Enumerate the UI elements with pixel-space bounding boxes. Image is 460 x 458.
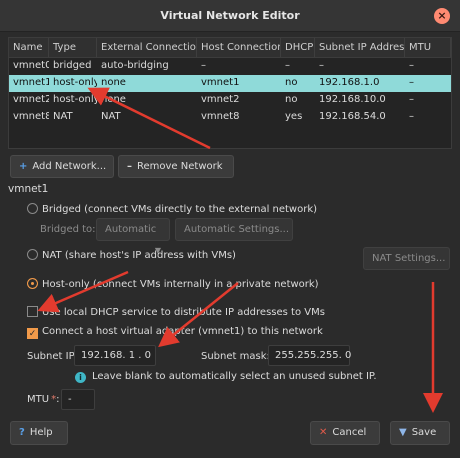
selected-network-name: vmnet1	[8, 183, 49, 195]
cell-mtu: –	[409, 94, 414, 105]
column-header-subnet-ip[interactable]: Subnet IP Address	[315, 38, 405, 57]
nat-settings-button[interactable]: NAT Settings...	[363, 247, 450, 270]
minus-icon: –	[127, 161, 132, 172]
column-header-type[interactable]: Type	[49, 38, 97, 57]
nat-label: NAT (share host's IP address with VMs)	[42, 250, 236, 261]
dhcp-label: Use local DHCP service to distribute IP …	[42, 307, 325, 318]
subnet-mask-label: Subnet mask:	[201, 351, 270, 362]
cell-mtu: –	[409, 111, 414, 122]
column-header-mtu[interactable]: MTU	[405, 38, 451, 57]
cell-dhcp: –	[285, 60, 290, 71]
column-header-name[interactable]: Name	[9, 38, 49, 57]
cell-name: vmnet0	[13, 60, 49, 71]
table-header: Name Type External Connection Host Conne…	[9, 38, 451, 58]
cell-subnet-ip: 192.168.10.0	[319, 94, 386, 105]
cell-external-connection: NAT	[101, 111, 121, 122]
cell-dhcp: no	[285, 94, 298, 105]
mtu-colon: :	[56, 394, 60, 405]
cell-subnet-ip: 192.168.1.0	[319, 77, 380, 88]
cancel-button[interactable]: ✕ Cancel	[310, 421, 380, 445]
add-network-button[interactable]: + Add Network...	[10, 155, 114, 178]
checkbox-indicator	[27, 306, 38, 317]
save-icon: ▼	[399, 427, 407, 438]
radio-indicator	[27, 203, 38, 214]
nat-radio[interactable]: NAT (share host's IP address with VMs)	[27, 249, 236, 261]
table-row[interactable]: vmnet8 NAT NAT vmnet8 yes 192.168.54.0 –	[9, 109, 451, 126]
host-only-label: Host-only (connect VMs internally in a p…	[42, 279, 319, 290]
cell-type: NAT	[53, 111, 73, 122]
plus-icon: +	[19, 161, 28, 172]
cell-external-connection: auto-bridging	[101, 60, 169, 71]
subnet-hint: i Leave blank to automatically select an …	[75, 371, 377, 383]
cell-subnet-ip: –	[319, 60, 324, 71]
checkbox-indicator-checked: ✓	[27, 328, 38, 339]
mtu-input[interactable]: -	[61, 389, 95, 410]
table-row[interactable]: vmnet0 bridged auto-bridging – – – –	[9, 58, 451, 75]
radio-indicator-selected	[27, 278, 38, 289]
bridged-to-label: Bridged to:	[40, 224, 96, 235]
remove-network-label: Remove Network	[137, 161, 223, 172]
subnet-mask-input[interactable]: 255.255.255. 0	[268, 345, 351, 366]
connect-adapter-checkbox[interactable]: ✓ Connect a host virtual adapter (vmnet1)…	[27, 326, 323, 339]
cell-name: vmnet1	[13, 77, 49, 88]
automatic-settings-button[interactable]: Automatic Settings...	[175, 218, 293, 241]
remove-network-button[interactable]: – Remove Network	[118, 155, 234, 178]
dhcp-checkbox[interactable]: Use local DHCP service to distribute IP …	[27, 306, 325, 318]
radio-indicator	[27, 249, 38, 260]
title-bar: Virtual Network Editor ×	[0, 0, 460, 32]
subnet-ip-input[interactable]: 192.168. 1 . 0	[74, 345, 156, 366]
network-table: Name Type External Connection Host Conne…	[8, 37, 452, 149]
cell-external-connection: none	[101, 94, 126, 105]
help-button[interactable]: ? Help	[10, 421, 68, 445]
cell-host-connection: –	[201, 60, 206, 71]
window-title: Virtual Network Editor	[160, 9, 300, 22]
cell-name: vmnet2	[13, 94, 49, 105]
help-label: Help	[29, 427, 53, 438]
column-header-dhcp[interactable]: DHCP	[281, 38, 315, 57]
cell-dhcp: yes	[285, 111, 303, 122]
mtu-label-group: MTU *:	[27, 394, 59, 405]
save-button[interactable]: ▼ Save	[390, 421, 450, 445]
help-icon: ?	[19, 427, 25, 438]
close-icon[interactable]: ×	[434, 8, 450, 24]
info-icon: i	[75, 372, 86, 383]
cell-type: host-only	[53, 77, 97, 88]
cell-mtu: –	[409, 77, 414, 88]
cell-host-connection: vmnet1	[201, 77, 240, 88]
bridged-to-value: Automatic	[105, 224, 157, 235]
table-row-selected[interactable]: vmnet1 host-only none vmnet1 no 192.168.…	[9, 75, 451, 92]
cell-dhcp: no	[285, 77, 298, 88]
cell-subnet-ip: 192.168.54.0	[319, 111, 386, 122]
x-icon: ✕	[319, 427, 328, 438]
cell-external-connection: none	[101, 77, 126, 88]
cell-type: bridged	[53, 60, 92, 71]
column-header-host-connection[interactable]: Host Connection	[197, 38, 281, 57]
cell-host-connection: vmnet2	[201, 94, 240, 105]
bridged-label: Bridged (connect VMs directly to the ext…	[42, 204, 318, 215]
save-label: Save	[411, 427, 437, 438]
mtu-label: MTU	[27, 394, 50, 405]
subnet-hint-text: Leave blank to automatically select an u…	[92, 371, 377, 382]
cell-host-connection: vmnet8	[201, 111, 240, 122]
cell-type: host-only	[53, 94, 97, 105]
table-row[interactable]: vmnet2 host-only none vmnet2 no 192.168.…	[9, 92, 451, 109]
host-only-radio[interactable]: Host-only (connect VMs internally in a p…	[27, 278, 319, 290]
bridged-to-select[interactable]: Automatic ▼	[96, 218, 170, 255]
cell-mtu: –	[409, 60, 414, 71]
column-header-external-connection[interactable]: External Connection	[97, 38, 197, 57]
cancel-label: Cancel	[332, 427, 367, 438]
cell-name: vmnet8	[13, 111, 49, 122]
connect-adapter-label: Connect a host virtual adapter (vmnet1) …	[42, 326, 323, 337]
add-network-label: Add Network...	[32, 161, 107, 172]
subnet-ip-label: Subnet IP:	[27, 351, 78, 362]
bridged-radio[interactable]: Bridged (connect VMs directly to the ext…	[27, 203, 317, 215]
